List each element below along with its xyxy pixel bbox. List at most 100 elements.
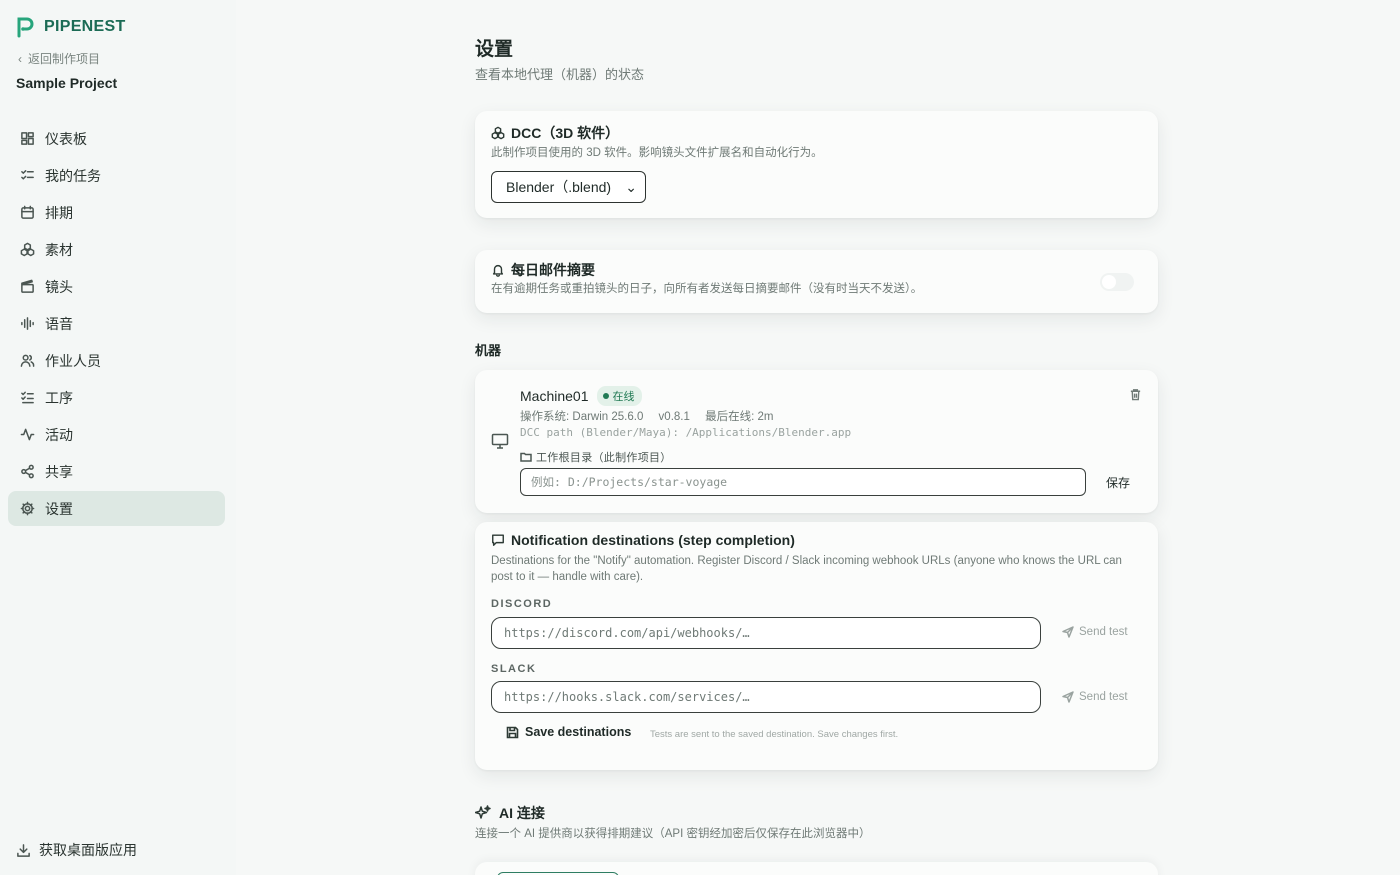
bell-icon (492, 264, 504, 277)
sidebar-item-label: 活动 (45, 426, 73, 443)
brand-name: PIPENEST (44, 18, 126, 35)
sidebar-item-label: 工序 (45, 389, 73, 406)
page-subtitle: 查看本地代理（机器）的状态 (475, 67, 645, 82)
download-icon (17, 843, 30, 857)
daily-digest-card: 每日邮件摘要 在有逾期任务或重拍镜头的日子，向所有者发送每日摘要邮件（没有时当天… (475, 250, 1158, 313)
notifications-description: Destinations for the "Notify" automation… (491, 555, 1122, 583)
send-icon (1062, 626, 1074, 638)
machine-card: Machine01 在线 操作系统: Darwin 25.6.0 v0.8.1 … (475, 370, 1158, 513)
sidebar-item-process[interactable]: 工序 (8, 380, 225, 415)
machine-name-row: Machine01 在线 (520, 386, 642, 406)
work-root-label-text: 工作根目录（此制作项目） (536, 452, 672, 464)
dcc-select[interactable]: Blender（.blend) ⌄ (491, 171, 646, 203)
sidebar-item-share[interactable]: 共享 (8, 454, 225, 489)
digest-title-text: 每日邮件摘要 (511, 262, 595, 278)
sidebar-item-label: 作业人员 (45, 352, 101, 369)
gear-icon (20, 501, 35, 516)
chevron-left-icon: ‹ (18, 51, 22, 66)
sidebar-item-assets[interactable]: 素材 (8, 232, 225, 267)
sidebar-item-label: 排期 (45, 204, 73, 221)
machine-dcc-path: DCC path (Blender/Maya): /Applications/B… (520, 426, 852, 439)
dashboard-icon (21, 132, 34, 145)
folder-icon (520, 452, 532, 462)
sparkles-icon (475, 805, 491, 819)
digest-description: 在有逾期任务或重拍镜头的日子，向所有者发送每日摘要邮件（没有时当天不发送）。 (491, 283, 923, 295)
machine-meta: 操作系统: Darwin 25.6.0 v0.8.1 最后在线: 2m (520, 408, 785, 424)
save-button[interactable]: 保存 (1106, 474, 1130, 491)
discord-label: DISCORD (491, 598, 553, 610)
save-destinations-hint: Tests are sent to the saved destination.… (650, 729, 899, 740)
digest-card-title: 每日邮件摘要 (491, 260, 595, 280)
machine-version: v0.8.1 (658, 411, 690, 423)
activity-icon (20, 428, 35, 441)
save-destinations-label: Save destinations (525, 725, 632, 739)
discord-send-test-button[interactable]: Send test (1062, 626, 1128, 638)
slack-label: SLACK (491, 663, 537, 675)
status-text: 在线 (612, 391, 635, 403)
work-root-input[interactable]: 例如: D:/Projects/star-voyage (520, 468, 1086, 496)
sidebar-item-label: 仪表板 (45, 130, 87, 147)
sidebar-item-shots[interactable]: 镜头 (8, 269, 225, 304)
share-icon (21, 464, 34, 479)
notification-destinations-card: Notification destinations (step completi… (475, 522, 1158, 770)
sidebar-item-label: 镜头 (45, 278, 73, 295)
dcc-description: 此制作项目使用的 3D 软件。影响镜头文件扩展名和自动化行为。 (491, 147, 823, 159)
sidebar-item-my-tasks[interactable]: 我的任务 (8, 158, 225, 193)
sidebar-item-label: 素材 (45, 241, 73, 258)
work-root-label: 工作根目录（此制作项目） (520, 449, 672, 465)
assets-icon (20, 242, 35, 257)
sidebar-item-schedule[interactable]: 排期 (8, 195, 225, 230)
sidebar-item-settings[interactable]: 设置 (8, 491, 225, 526)
calendar-icon (21, 205, 34, 219)
ai-connection-card (475, 862, 1158, 875)
sidebar: PIPENEST ‹ 返回制作项目 Sample Project 仪表板 我的任… (0, 0, 236, 875)
notifications-title-text: Notification destinations (step completi… (511, 532, 795, 548)
tasks-icon (21, 170, 34, 180)
sidebar-item-label: 语音 (45, 315, 73, 332)
sidebar-item-people[interactable]: 作业人员 (8, 343, 225, 378)
status-badge: 在线 (596, 386, 642, 406)
dcc-card: DCC（3D 软件） 此制作项目使用的 3D 软件。影响镜头文件扩展名和自动化行… (475, 111, 1158, 218)
ai-connection-subtitle: 连接一个 AI 提供商以获得排期建议（API 密钥经加密后仅保存在此浏览器中） (475, 828, 871, 840)
back-link-label: 返回制作项目 (28, 52, 101, 66)
machine-os: 操作系统: Darwin 25.6.0 (520, 411, 644, 423)
dcc-card-title: DCC（3D 软件） (491, 123, 619, 143)
ai-connection-title: AI 连接 (475, 803, 545, 823)
get-app-label: 获取桌面版应用 (39, 842, 137, 858)
sidebar-item-label: 设置 (45, 500, 73, 517)
slack-webhook-input[interactable]: https://hooks.slack.com/services/… (491, 681, 1041, 713)
sidebar-item-activity[interactable]: 活动 (8, 417, 225, 452)
digest-toggle[interactable] (1100, 273, 1134, 291)
pipenest-logo-icon (17, 17, 34, 38)
trash-icon[interactable] (1129, 388, 1142, 401)
sidebar-nav: 仪表板 我的任务 排期 素材 镜头 语音 作业人员 工序 活动 共享 设置 (8, 121, 225, 528)
sidebar-item-audio[interactable]: 语音 (8, 306, 225, 341)
discord-webhook-input[interactable]: https://discord.com/api/webhooks/… (491, 617, 1041, 649)
checklist-icon (21, 391, 34, 404)
chevron-down-icon: ⌄ (625, 178, 637, 195)
sidebar-item-dashboard[interactable]: 仪表板 (8, 121, 225, 156)
dcc-selected-value: Blender（.blend) (506, 179, 612, 195)
message-square-icon (492, 534, 504, 546)
save-icon (506, 726, 519, 738)
assets-icon (491, 126, 505, 140)
send-test-label: Send test (1079, 691, 1128, 703)
brand[interactable]: PIPENEST (16, 16, 126, 38)
ai-title-text: AI 连接 (499, 805, 545, 821)
page-title: 设置 (475, 39, 514, 60)
get-desktop-app-link[interactable]: 获取桌面版应用 (16, 840, 137, 860)
machines-section-label: 机器 (475, 343, 502, 358)
notifications-card-title: Notification destinations (step completi… (491, 532, 795, 548)
send-test-label: Send test (1079, 626, 1128, 638)
slack-send-test-button[interactable]: Send test (1062, 691, 1128, 703)
save-destinations-button[interactable]: Save destinations (506, 725, 631, 739)
machine-name: Machine01 (520, 388, 589, 404)
project-name: Sample Project (16, 75, 118, 91)
online-dot-icon (602, 393, 609, 399)
sidebar-item-label: 共享 (45, 463, 73, 480)
send-icon (1062, 691, 1074, 703)
machine-last-online: 最后在线: 2m (705, 411, 774, 423)
monitor-icon (491, 433, 509, 449)
back-to-projects-link[interactable]: ‹ 返回制作项目 (18, 50, 100, 67)
people-icon (20, 354, 35, 367)
